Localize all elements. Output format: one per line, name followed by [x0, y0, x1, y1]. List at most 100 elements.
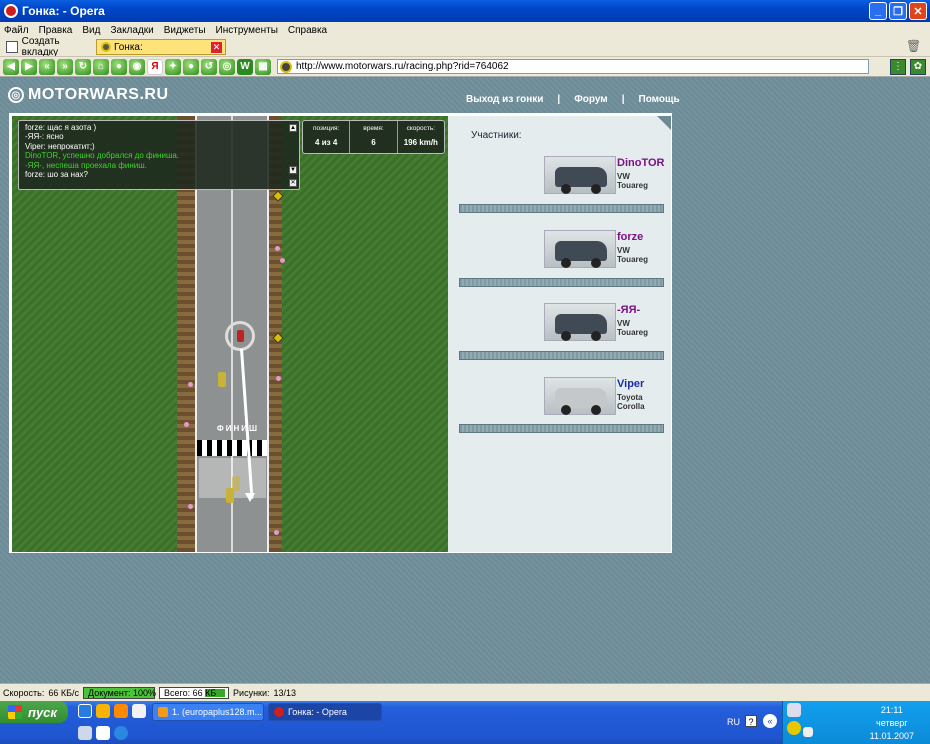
participant-name[interactable]: Viper: [617, 378, 644, 390]
chat-line: -ЯЯ-: ясно: [25, 132, 64, 142]
task-opera[interactable]: Гонка: - Opera: [268, 703, 382, 721]
participant-divider: [459, 424, 664, 433]
leaf-icon[interactable]: ✿: [910, 59, 926, 75]
participant-name[interactable]: DinoTOR: [617, 157, 664, 169]
chat-scroll-up-icon[interactable]: ▲: [289, 124, 297, 132]
traffic-light-icon[interactable]: ⋮: [890, 59, 906, 75]
home-icon[interactable]: ⌂: [93, 58, 109, 75]
quicklaunch-icon[interactable]: [96, 704, 110, 718]
w-icon[interactable]: W: [237, 58, 253, 75]
chat-line-system: DinoTOR, успешно добрался до финиша.: [25, 151, 180, 161]
new-tab-label: Создать вкладку: [21, 36, 60, 58]
menu-view[interactable]: Вид: [82, 25, 100, 36]
opera-task-icon: [274, 707, 284, 717]
trash-icon[interactable]: 🗑: [906, 39, 922, 53]
menu-edit[interactable]: Правка: [39, 25, 73, 36]
participant-car: VW Touareg: [617, 172, 648, 190]
finish-label: ФИНИШ: [216, 424, 260, 433]
top-links: Выход из гонки | Форум | Помощь: [466, 94, 680, 105]
taskbar: пуск 1. (europaplus128.m... Гонка: - Ope…: [0, 701, 930, 744]
grid-icon[interactable]: ▦: [255, 58, 271, 75]
logo-text: MOTORWARS.RU: [28, 86, 169, 103]
eye-icon[interactable]: ◉: [129, 58, 145, 75]
direction-arrow-head: [245, 493, 255, 502]
menu-tools[interactable]: Инструменты: [216, 25, 278, 36]
chat-scroll-down-icon[interactable]: ▼: [289, 166, 297, 174]
new-tab-button[interactable]: Создать вкладку: [0, 36, 96, 58]
help-icon[interactable]: ?: [745, 715, 757, 727]
task-winamp[interactable]: 1. (europaplus128.m...: [152, 703, 264, 721]
rewind-icon[interactable]: «: [39, 58, 55, 75]
winamp-icon[interactable]: [114, 704, 128, 718]
participant-card[interactable]: Viper Toyota Corolla: [544, 377, 664, 417]
images-value: 13/13: [273, 687, 297, 698]
opponent-car: [232, 476, 240, 491]
exit-race-link[interactable]: Выход из гонки: [466, 94, 543, 105]
maximize-button[interactable]: ❐: [889, 2, 907, 20]
participant-car: Toyota Corolla: [617, 393, 645, 411]
menu-bookmarks[interactable]: Закладки: [110, 25, 153, 36]
document-label: Документ:: [88, 687, 131, 698]
chat-close-icon[interactable]: ✕: [289, 179, 297, 187]
menu-bar: Файл Правка Вид Закладки Виджеты Инструм…: [0, 22, 930, 38]
participant-card[interactable]: forze VW Touareg: [544, 230, 664, 270]
document-icon[interactable]: [96, 726, 110, 740]
refresh-icon[interactable]: ↺: [201, 58, 217, 75]
stat-speed-value: 196 km/h: [403, 138, 438, 147]
menu-widgets[interactable]: Виджеты: [164, 25, 206, 36]
close-button[interactable]: ✕: [909, 2, 927, 20]
link-separator: |: [557, 94, 561, 105]
back-icon[interactable]: ◀: [3, 58, 19, 75]
tray-expand-icon[interactable]: «: [763, 714, 777, 728]
stat-position: позиция: 4 из 4: [303, 121, 351, 153]
flower-decor: [276, 376, 281, 381]
panel-corner: [657, 116, 671, 130]
desktop-icon[interactable]: [78, 726, 92, 740]
chat-line: forze: щас я азота ): [25, 123, 97, 132]
reload-icon[interactable]: ↻: [75, 58, 91, 75]
menu-file[interactable]: Файл: [4, 25, 29, 36]
clock-time: 21:11: [880, 705, 903, 715]
flower-decor: [188, 504, 193, 509]
network-icon[interactable]: [787, 703, 801, 717]
browser-icon[interactable]: [114, 726, 128, 740]
explorer-icon[interactable]: [132, 704, 146, 718]
help-link[interactable]: Помощь: [639, 94, 680, 105]
logo-icon: ◎: [8, 87, 24, 103]
race-track: ФИНИШ forze: щас я азота ) -ЯЯ-: ясно Vi…: [12, 116, 448, 552]
site-icon-2[interactable]: ●: [183, 58, 199, 75]
minimize-button[interactable]: _: [869, 2, 887, 20]
status-bar: Скорость: 66 КБ/с Документ: 100% Всего: …: [0, 683, 930, 701]
nav-right-buttons: ⋮ ✿: [890, 59, 926, 75]
participant-card[interactable]: -ЯЯ- VW Touareg: [544, 303, 664, 343]
globe-icon[interactable]: ◎: [219, 58, 235, 75]
finish-line: [197, 440, 267, 456]
site-icon[interactable]: ●: [111, 58, 127, 75]
menu-help[interactable]: Справка: [288, 25, 327, 36]
new-tab-icon: [6, 41, 18, 53]
tab-bar: Создать вкладку Гонка: ✕ 🗑: [0, 36, 930, 58]
start-button[interactable]: пуск: [0, 701, 68, 723]
forum-link[interactable]: Форум: [574, 94, 607, 105]
window-title: Гонка: - Opera: [22, 4, 105, 18]
site-logo[interactable]: ◎ MOTORWARS.RU: [8, 86, 169, 104]
fast-forward-icon[interactable]: »: [57, 58, 73, 75]
address-bar[interactable]: http://www.motorwars.ru/racing.php?rid=7…: [277, 59, 869, 74]
clock[interactable]: 21:11 четверг 11.01.2007: [870, 704, 914, 743]
tab-close-icon[interactable]: ✕: [211, 42, 222, 53]
participant-card[interactable]: DinoTOR VW Touareg: [544, 156, 664, 196]
stat-position-label: позиция:: [312, 125, 340, 132]
participant-name[interactable]: -ЯЯ-: [617, 304, 640, 316]
yandex-icon[interactable]: Я: [147, 58, 163, 75]
document-progress: Документ: 100%: [83, 686, 156, 699]
stat-speed: скорость: 196 km/h: [398, 121, 444, 153]
ie-icon[interactable]: [78, 704, 92, 718]
forward-icon[interactable]: ▶: [21, 58, 37, 75]
messenger-icon[interactable]: [787, 721, 801, 735]
language-indicator[interactable]: RU: [727, 717, 740, 727]
volume-icon[interactable]: [803, 727, 813, 737]
participant-name[interactable]: forze: [617, 231, 643, 243]
star-icon[interactable]: ✦: [165, 58, 181, 75]
tab-active[interactable]: Гонка: ✕: [96, 39, 226, 55]
participant-divider: [459, 204, 664, 213]
